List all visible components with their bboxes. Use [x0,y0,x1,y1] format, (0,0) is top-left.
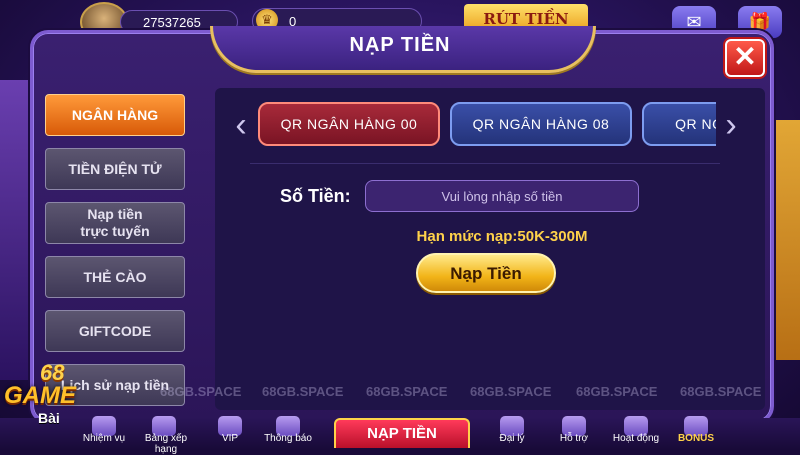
chevron-left-icon[interactable]: ‹ [232,108,250,142]
divider [250,163,720,164]
sidebar-item-label: THẺ CÀO [83,268,147,285]
nav-bonus[interactable]: BONUS [666,433,726,444]
amount-input[interactable] [365,180,639,212]
amount-label: Số Tiền: [280,186,351,206]
sidebar-item-label: TIỀN ĐIỆN TỬ [68,160,162,177]
bank-tab-qr-08[interactable]: QR NGÂN HÀNG 08 [450,102,632,146]
bank-tabs: QR NGÂN HÀNG 00 QR NGÂN HÀNG 08 QR NGÂN … [258,100,716,150]
close-button[interactable]: ✕ [725,39,765,77]
sidebar-item-label: GIFTCODE [78,322,152,339]
watermark: 68GB.SPACE [366,384,448,399]
watermark: 68GB.SPACE [576,384,658,399]
nav-leaderboard[interactable]: Bảng xếp hạng [136,433,196,455]
nav-activities[interactable]: Hoạt động [606,433,666,444]
chevron-right-icon[interactable]: › [722,108,740,142]
nav-support[interactable]: Hỗ trợ [544,433,604,444]
sidebar-item-bank[interactable]: NGÂN HÀNG [45,94,185,136]
nav-vip[interactable]: VIP [200,433,260,444]
nav-deposit-main[interactable]: NẠP TIỀN [334,418,470,448]
nav-missions[interactable]: Nhiệm vụ [74,433,134,444]
sidebar-item-online-deposit[interactable]: Nạp tiền trực tuyến [45,202,185,244]
game-logo: 68 GAME Bài [2,360,102,430]
nav-notifications[interactable]: Thông báo [258,433,318,444]
watermark: 68GB.SPACE [470,384,552,399]
close-icon: ✕ [733,41,757,72]
nav-agent[interactable]: Đại lý [482,433,542,444]
bank-tab-qr-next[interactable]: QR NGÂN HÀNG [642,102,716,146]
modal-title: NẠP TIỀN [349,34,451,56]
sidebar-item-crypto[interactable]: TIỀN ĐIỆN TỬ [45,148,185,190]
sidebar-item-label: NGÂN HÀNG [71,106,159,123]
sidebar-item-card[interactable]: THẺ CÀO [45,256,185,298]
bank-tab-qr-00[interactable]: QR NGÂN HÀNG 00 [258,102,440,146]
watermark: 68GB.SPACE [262,384,344,399]
watermark: 68GB.SPACE [160,384,242,399]
logo-bai-text: Bài [38,410,60,426]
deposit-limit: Hạn mức nạp:50K-300M [416,228,588,245]
logo-game-text: GAME [4,382,76,409]
watermark: 68GB.SPACE [680,384,762,399]
sidebar-item-label: Nạp tiền trực tuyến [80,206,150,239]
sidebar-item-giftcode[interactable]: GIFTCODE [45,310,185,352]
deposit-button[interactable]: Nạp Tiền [416,253,556,293]
